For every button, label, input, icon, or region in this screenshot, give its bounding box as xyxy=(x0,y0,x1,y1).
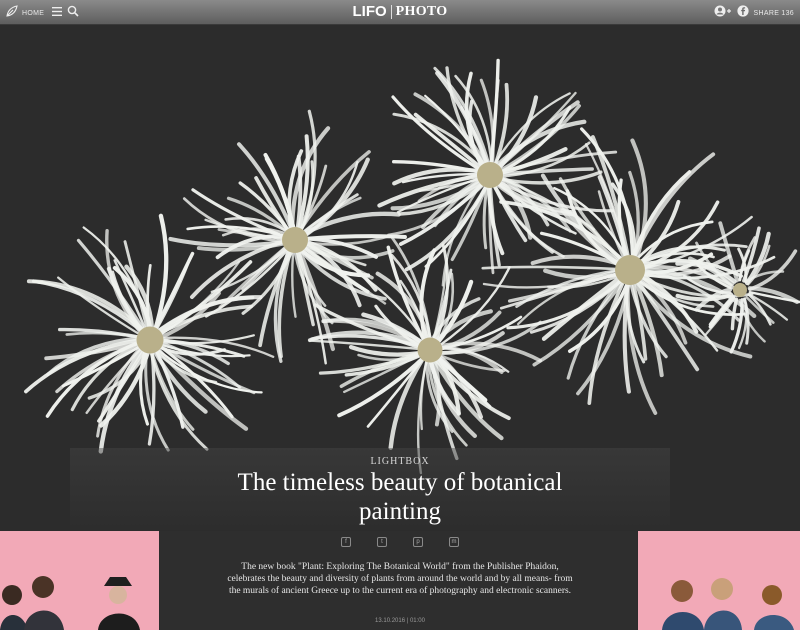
top-bar: HOME LIFO PHOTO SHARE 136 xyxy=(0,0,800,25)
facebook-icon[interactable] xyxy=(736,4,749,22)
section-title[interactable]: PHOTO xyxy=(396,4,448,20)
logo-divider xyxy=(390,4,392,19)
top-bar-right: SHARE 136 xyxy=(714,4,794,22)
article-title[interactable]: The timeless beauty of botanical paintin… xyxy=(200,468,600,526)
flower-top xyxy=(377,58,618,287)
share-button-twitter[interactable]: t xyxy=(377,537,387,547)
share-button-pinterest[interactable]: p xyxy=(413,537,423,547)
share-button-email[interactable]: m xyxy=(449,537,459,547)
advertisement-right[interactable] xyxy=(638,531,800,630)
share-count[interactable]: SHARE 136 xyxy=(754,10,794,17)
site-logo[interactable]: LIFO xyxy=(353,3,387,20)
ad-people-right xyxy=(662,578,794,630)
article-description: The new book "Plant: Exploring The Botan… xyxy=(227,562,573,596)
site-branding: LIFO PHOTO xyxy=(0,3,800,20)
article-category[interactable]: LIGHTBOX xyxy=(0,456,800,467)
user-add-icon[interactable] xyxy=(714,4,732,22)
share-button-facebook[interactable]: f xyxy=(341,537,351,547)
